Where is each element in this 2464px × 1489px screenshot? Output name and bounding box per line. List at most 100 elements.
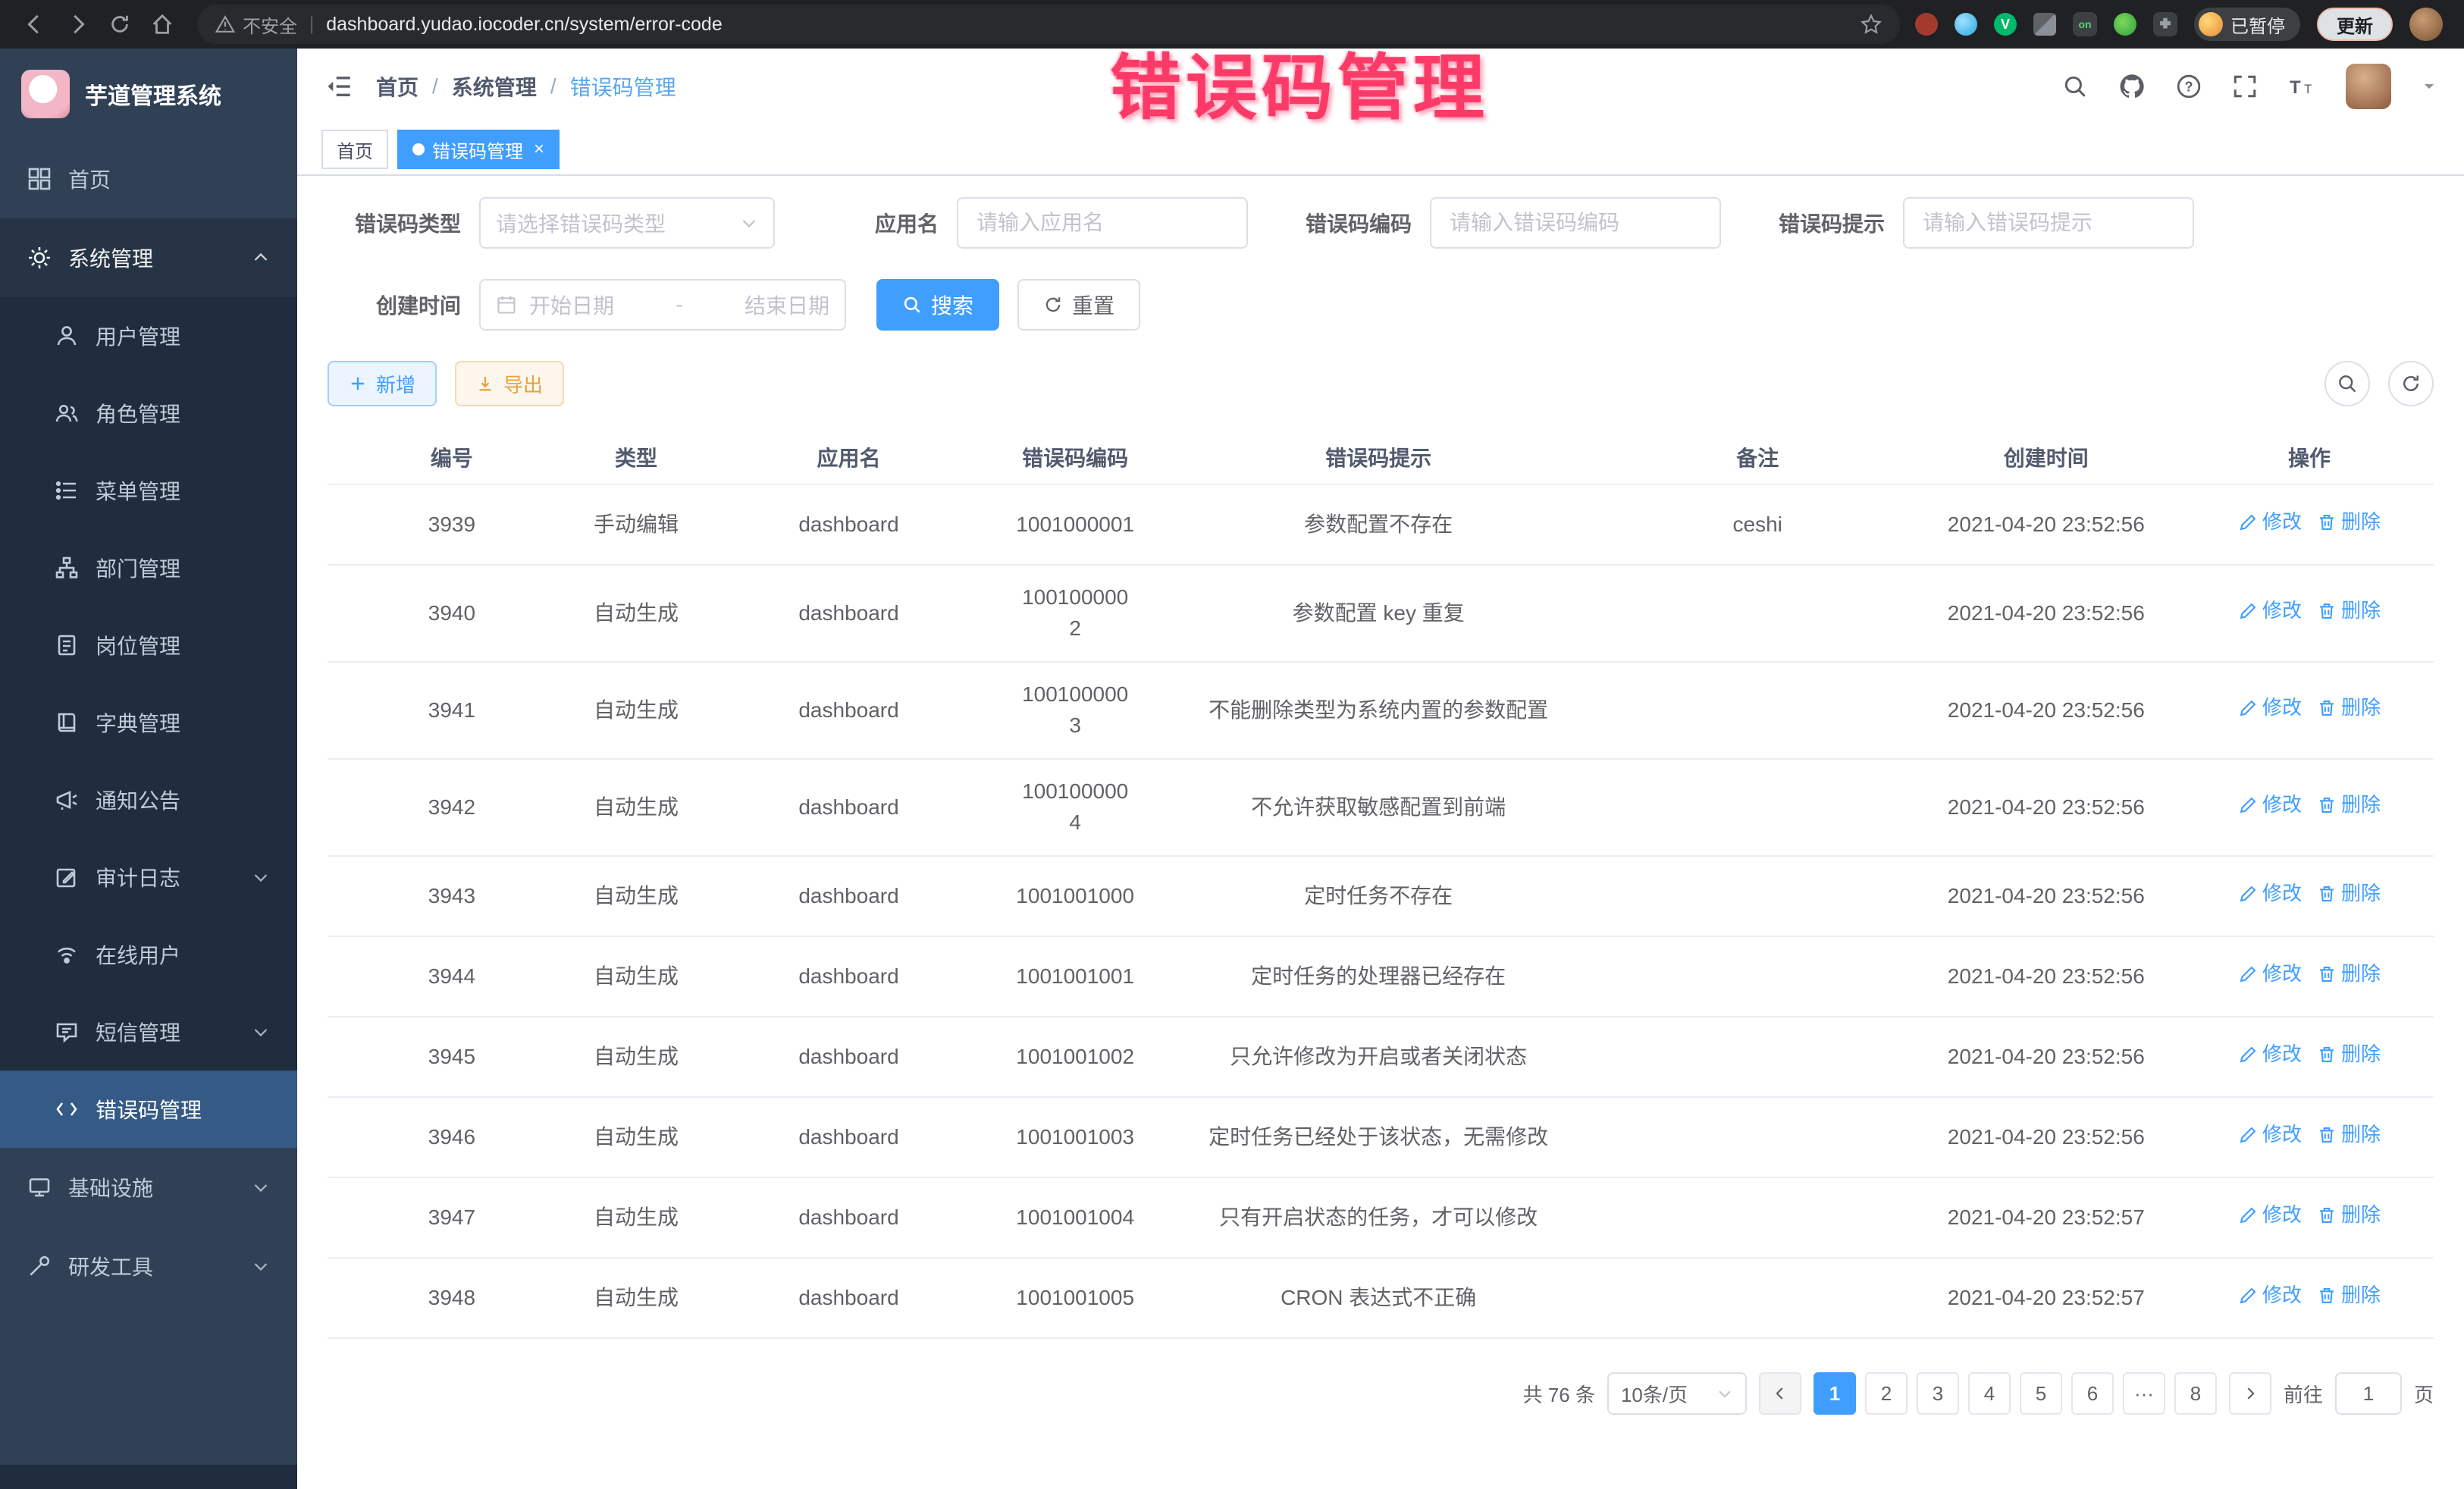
page-button-2[interactable]: 2	[1865, 1372, 1908, 1415]
page-button-5[interactable]: 5	[2020, 1372, 2062, 1415]
back-icon[interactable]	[15, 5, 55, 44]
extension-icon[interactable]	[1955, 13, 1977, 36]
goto-suffix: 页	[2414, 1380, 2434, 1408]
search-button[interactable]: 搜索	[876, 279, 999, 331]
goto-page-input[interactable]	[2335, 1372, 2402, 1415]
delete-link[interactable]: 删除	[2317, 960, 2381, 989]
home-browser-icon[interactable]	[143, 5, 182, 44]
caret-down-icon[interactable]	[2422, 79, 2437, 94]
app-logo[interactable]: 芋道管理系统	[0, 49, 297, 139]
sidebar-item-5[interactable]: 部门管理	[0, 529, 297, 607]
cell-app: dashboard	[696, 1202, 1002, 1234]
table-row: 3947自动生成dashboard1001001004只有开启状态的任务，才可以…	[328, 1178, 2434, 1259]
reset-button[interactable]: 重置	[1017, 279, 1140, 331]
page-button-8[interactable]: 8	[2174, 1372, 2217, 1415]
sidebar-item-10[interactable]: 在线用户	[0, 916, 297, 993]
reload-icon[interactable]	[100, 5, 140, 44]
top-navbar: 首页 / 系统管理 / 错误码管理 ? TT	[297, 49, 2464, 124]
help-icon[interactable]: ?	[2176, 74, 2202, 99]
page-button-1[interactable]: 1	[1814, 1372, 1856, 1415]
edit-link[interactable]: 修改	[2238, 508, 2302, 537]
extension-icon[interactable]	[2114, 13, 2136, 36]
extensions-puzzle-icon[interactable]	[2153, 12, 2177, 36]
browser-avatar[interactable]	[2409, 8, 2443, 41]
edit-link[interactable]: 修改	[2238, 1281, 2302, 1310]
extension-icon[interactable]	[1915, 13, 1938, 36]
next-page-button[interactable]	[2229, 1372, 2271, 1415]
error-hint-input[interactable]	[1903, 197, 2194, 249]
export-button[interactable]: 导出	[455, 361, 564, 406]
sidebar-item-11[interactable]: 短信管理	[0, 993, 297, 1071]
font-size-icon[interactable]: TT	[2288, 74, 2315, 99]
cell-message: 只有开启状态的任务，才可以修改	[1149, 1202, 1608, 1234]
sidebar-item-7[interactable]: 字典管理	[0, 684, 297, 761]
edit-link[interactable]: 修改	[2238, 791, 2302, 820]
page-more-button[interactable]: ···	[2123, 1372, 2165, 1415]
add-button[interactable]: 新增	[328, 361, 437, 406]
sidebar-item-13[interactable]: 基础设施	[0, 1148, 297, 1227]
edit-link[interactable]: 修改	[2238, 1121, 2302, 1149]
tab-home[interactable]: 首页	[321, 130, 388, 169]
sidebar-item-0[interactable]: 首页	[0, 139, 297, 218]
delete-link[interactable]: 删除	[2317, 694, 2381, 723]
table-row: 3943自动生成dashboard1001001000定时任务不存在2021-0…	[328, 857, 2434, 937]
cell-type: 自动生成	[576, 1202, 696, 1234]
sidebar-item-1[interactable]: 系统管理	[0, 218, 297, 297]
date-range-picker[interactable]: 开始日期 - 结束日期	[479, 279, 846, 331]
delete-link[interactable]: 删除	[2317, 508, 2381, 537]
page-button-6[interactable]: 6	[2071, 1372, 2114, 1415]
tab-error-code[interactable]: 错误码管理 ×	[397, 130, 560, 169]
search-icon	[902, 295, 922, 315]
delete-link[interactable]: 删除	[2317, 1281, 2381, 1310]
cell-message: 定时任务的处理器已经存在	[1149, 961, 1608, 992]
edit-link[interactable]: 修改	[2238, 694, 2302, 723]
extension-icon[interactable]: V	[1994, 13, 2017, 36]
page-button-3[interactable]: 3	[1917, 1372, 1959, 1415]
edit-link[interactable]: 修改	[2238, 597, 2302, 625]
breadcrumb-system[interactable]: 系统管理	[452, 71, 537, 102]
sidebar-item-6[interactable]: 岗位管理	[0, 607, 297, 684]
sidebar-item-9[interactable]: 审计日志	[0, 839, 297, 916]
extension-icon[interactable]	[2033, 13, 2056, 36]
address-bar[interactable]: 不安全 | dashboard.yudao.iocoder.cn/system/…	[197, 5, 1900, 44]
delete-link[interactable]: 删除	[2317, 791, 2381, 820]
page-size-select[interactable]: 10条/页	[1607, 1372, 1747, 1415]
delete-link[interactable]: 删除	[2317, 879, 2381, 908]
sidebar-collapse-bar[interactable]	[0, 1465, 297, 1489]
delete-link[interactable]: 删除	[2317, 1040, 2381, 1069]
sidebar-item-12[interactable]: 错误码管理	[0, 1071, 297, 1148]
delete-link[interactable]: 删除	[2317, 597, 2381, 625]
extension-on-icon[interactable]: on	[2073, 12, 2097, 36]
breadcrumb-home[interactable]: 首页	[376, 71, 419, 102]
toggle-search-icon[interactable]	[2324, 361, 2370, 406]
edit-link[interactable]: 修改	[2238, 1201, 2302, 1230]
search-icon[interactable]	[2062, 74, 2088, 99]
github-icon[interactable]	[2118, 73, 2146, 100]
user-avatar[interactable]	[2346, 64, 2391, 109]
sidebar-item-3[interactable]: 角色管理	[0, 375, 297, 452]
delete-link[interactable]: 删除	[2317, 1121, 2381, 1149]
delete-link[interactable]: 删除	[2317, 1201, 2381, 1230]
edit-link[interactable]: 修改	[2238, 879, 2302, 908]
edit-link[interactable]: 修改	[2238, 960, 2302, 989]
sidebar-item-4[interactable]: 菜单管理	[0, 452, 297, 529]
sidebar-toggle-icon[interactable]	[324, 73, 352, 100]
prev-page-button[interactable]	[1759, 1372, 1801, 1415]
cell-type: 自动生成	[576, 1122, 696, 1153]
bookmark-star-icon[interactable]	[1861, 14, 1882, 35]
paused-badge[interactable]: 已暂停	[2194, 8, 2300, 41]
update-button[interactable]: 更新	[2317, 8, 2393, 41]
close-tab-icon[interactable]: ×	[534, 140, 544, 158]
sidebar-item-14[interactable]: 研发工具	[0, 1227, 297, 1306]
fullscreen-icon[interactable]	[2232, 74, 2258, 99]
error-type-select[interactable]: 请选择错误码类型	[479, 197, 775, 249]
sidebar-item-8[interactable]: 通知公告	[0, 761, 297, 839]
page-button-4[interactable]: 4	[1968, 1372, 2011, 1415]
forward-icon[interactable]	[58, 5, 97, 44]
app-name-input[interactable]	[957, 197, 1248, 249]
security-warning[interactable]: 不安全	[215, 11, 297, 38]
sidebar-item-2[interactable]: 用户管理	[0, 297, 297, 375]
edit-link[interactable]: 修改	[2238, 1040, 2302, 1069]
error-code-input[interactable]	[1430, 197, 1721, 249]
refresh-table-icon[interactable]	[2388, 361, 2434, 406]
